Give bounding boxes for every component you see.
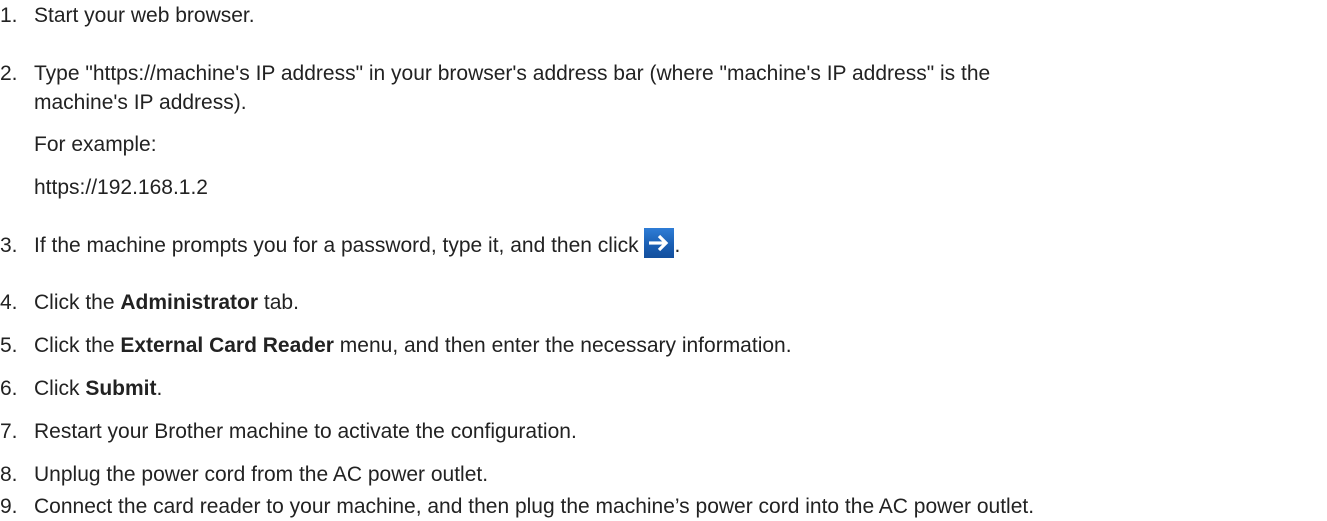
step-text-post: . [156,377,163,400]
example-label: For example: [34,133,157,156]
step-text: Start your web browser. [34,4,255,27]
arrow-right-icon [644,228,675,259]
step-number: 2. [0,62,18,85]
step-number: 6. [0,377,18,400]
step-number: 3. [0,234,18,257]
step-text-post: . [674,234,681,257]
step-text: Click the External Card Reader menu, and… [34,334,792,358]
step-number: 7. [0,420,18,443]
tab-name: Administrator [120,291,259,314]
instruction-steps: 1. Start your web browser. 2. Type "http… [0,0,1327,521]
menu-name: External Card Reader [120,334,334,357]
step-text-post: tab. [258,291,299,314]
step-text: Restart your Brother machine to activate… [34,420,577,443]
step-number: 5. [0,334,18,357]
step-text-post: menu, and then enter the necessary infor… [333,334,792,357]
step-2-continuation: machine's IP address). [34,91,247,114]
step-text: Type "https://machine's IP address" in y… [34,62,991,85]
step-text: Click Submit. [34,377,162,401]
step-number: 9. [0,495,18,518]
step-text-pre: Click the [34,334,121,357]
step-number: 1. [0,4,18,27]
step-text: Click the Administrator tab. [34,291,299,315]
step-text-pre: Click [34,377,86,400]
example-url: https://192.168.1.2 [34,176,208,199]
step-text-pre: Click the [34,291,121,314]
step-text: Unplug the power cord from the AC power … [34,463,489,486]
step-text: Connect the card reader to your machine,… [34,495,1035,518]
step-number: 8. [0,463,18,486]
button-name: Submit [85,377,157,400]
step-text-pre: If the machine prompts you for a passwor… [34,234,639,257]
step-number: 4. [0,291,18,314]
step-text: If the machine prompts you for a passwor… [34,228,681,259]
